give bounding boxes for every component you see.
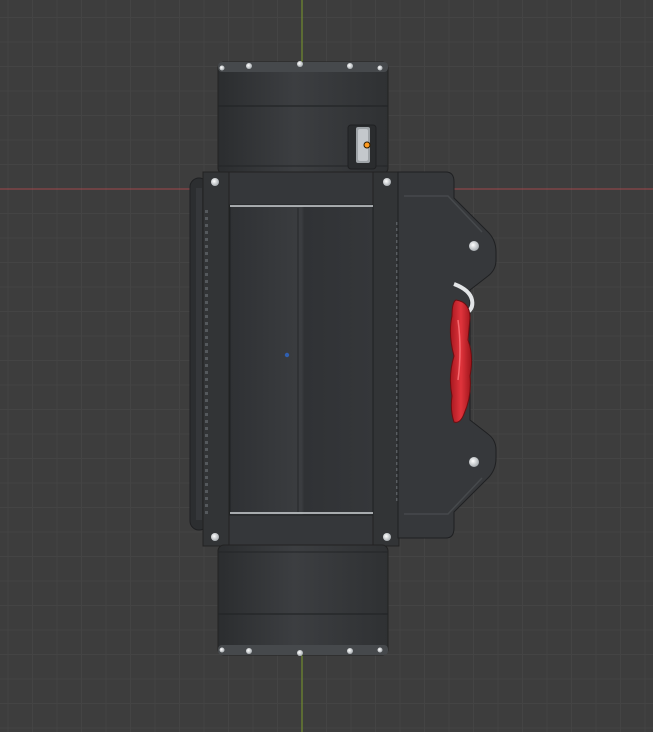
gear-tooth xyxy=(205,413,208,416)
indicator-light-icon xyxy=(363,141,371,149)
gear-tooth xyxy=(205,280,208,283)
bottom-motor-cylinder[interactable] xyxy=(217,544,389,656)
bolt-icon xyxy=(469,457,479,467)
bolt-icon xyxy=(383,533,391,541)
bolt-icon xyxy=(377,65,383,71)
gear-tooth xyxy=(205,224,208,227)
bolt-icon xyxy=(297,61,303,67)
bolt-icon xyxy=(246,63,252,69)
gear-tooth xyxy=(205,399,208,402)
gear-tooth xyxy=(205,448,208,451)
gear-tooth xyxy=(205,483,208,486)
gear-tooth xyxy=(205,378,208,381)
bolt-icon xyxy=(377,647,383,653)
gear-tooth xyxy=(205,231,208,234)
gear-tooth xyxy=(205,469,208,472)
gear-tooth xyxy=(205,385,208,388)
bolt-icon xyxy=(469,241,479,251)
object-origin-icon xyxy=(284,352,290,358)
gear-tooth xyxy=(205,364,208,367)
gear-tooth xyxy=(205,511,208,514)
gear-tooth xyxy=(205,336,208,339)
gear-tooth xyxy=(205,455,208,458)
gear-tooth xyxy=(205,259,208,262)
gear-tooth xyxy=(205,329,208,332)
bolt-icon xyxy=(219,65,225,71)
gear-tooth xyxy=(205,266,208,269)
gear-tooth xyxy=(205,350,208,353)
gear-tooth xyxy=(205,504,208,507)
gear-tooth xyxy=(205,294,208,297)
gear-tooth xyxy=(205,217,208,220)
gear-tooth xyxy=(205,406,208,409)
gear-tooth xyxy=(205,273,208,276)
gear-tooth xyxy=(205,371,208,374)
gear-tooth xyxy=(205,357,208,360)
gear-tooth xyxy=(205,245,208,248)
bolt-icon xyxy=(383,178,391,186)
bolt-icon xyxy=(347,63,353,69)
gear-tooth xyxy=(205,392,208,395)
gear-tooth xyxy=(205,462,208,465)
bolt-icon xyxy=(347,648,353,654)
gear-tooth xyxy=(205,343,208,346)
gear-tooth xyxy=(205,434,208,437)
gear-tooth xyxy=(205,301,208,304)
gear-tooth xyxy=(205,476,208,479)
bolt-icon xyxy=(219,647,225,653)
bolt-icon xyxy=(211,178,219,186)
gear-tooth xyxy=(205,315,208,318)
gear-tooth xyxy=(205,287,208,290)
winch-drum[interactable] xyxy=(229,204,374,516)
gear-tooth xyxy=(205,497,208,500)
bolt-icon xyxy=(297,650,303,656)
gear-tooth xyxy=(205,420,208,423)
sensor-switch[interactable] xyxy=(347,124,377,170)
gear-tooth xyxy=(205,441,208,444)
3d-viewport[interactable] xyxy=(0,0,653,732)
gear-tooth xyxy=(205,322,208,325)
gear-tooth xyxy=(205,427,208,430)
gear-tooth xyxy=(205,238,208,241)
gear-tooth xyxy=(205,210,208,213)
bolt-icon xyxy=(246,648,252,654)
viewport-canvas[interactable] xyxy=(0,0,653,732)
gear-tooth xyxy=(205,308,208,311)
bolt-icon xyxy=(211,533,219,541)
gear-tooth xyxy=(205,490,208,493)
gear-tooth xyxy=(205,252,208,255)
